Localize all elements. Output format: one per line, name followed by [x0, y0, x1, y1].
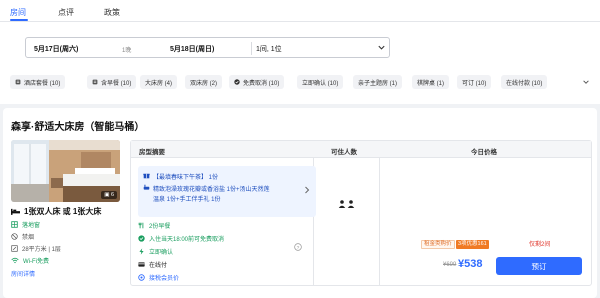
- bed-label: 1张双人床 或 1张大床: [24, 207, 102, 216]
- feature-label: 2份早餐: [149, 224, 171, 230]
- filter-mahjong-table[interactable]: 棋牌桌 (1): [412, 75, 450, 89]
- date-guest-selector[interactable]: 5月17日(周六) 1晚 5月18日(周日) 1间, 1位: [25, 37, 390, 58]
- filter-breakfast[interactable]: 含早餐 (10): [87, 75, 137, 89]
- feature-free-cancel: 入住当天18:00前可免费取消: [138, 234, 224, 243]
- active-tab-underline: [10, 19, 28, 21]
- deal-count-tag[interactable]: 3项优惠161: [456, 240, 489, 249]
- window-info: 落地窗: [11, 220, 40, 229]
- photo-count-badge: ▣ 6: [101, 191, 117, 199]
- window-icon: [11, 221, 18, 228]
- size-label: 28平方米 | 1层: [22, 247, 61, 253]
- filter-label: 免费取消 (10): [243, 80, 280, 87]
- chevron-down-icon[interactable]: [582, 78, 590, 86]
- window-label: 落地窗: [22, 223, 41, 229]
- filter-online-pay[interactable]: 在线付款 (10): [501, 75, 548, 89]
- package-line-3: 温泉 1份+手工伴手礼 1份: [153, 197, 221, 203]
- top-panel: 房间 点评 政策 5月17日(周六) 1晚 5月18日(周日) 1间, 1位 酒…: [0, 0, 600, 104]
- feature-label: 接税会员价: [149, 276, 180, 282]
- filter-label: 立即确认 (10): [302, 80, 339, 87]
- filter-label: 酒店套餐 (10): [24, 80, 61, 87]
- guest-price-tag: 租金类购价: [421, 240, 455, 249]
- filter-label: 大床房 (4): [145, 80, 173, 87]
- room-card: 森享·舒适大床房（智能马桶） ▣ 6 1张双人床 或 1张大床 落地窗 禁烟 2…: [3, 108, 597, 298]
- feature-online-pay: 在线付: [138, 260, 167, 269]
- filter-twin-bed[interactable]: 双床房 (2): [185, 75, 223, 89]
- col-guests-header: 可住人数: [331, 149, 357, 156]
- package-line-1: 【最填春味下午茶】 1份: [153, 175, 219, 181]
- filter-label: 棋牌桌 (1): [417, 80, 445, 87]
- filter-label: 在线付款 (10): [506, 80, 543, 87]
- chevron-right-icon[interactable]: [304, 186, 310, 194]
- filter-family-theme[interactable]: 亲子主题房 (1): [353, 75, 403, 89]
- check-circle-icon: [234, 79, 240, 85]
- svg-text:?: ?: [297, 245, 300, 251]
- bed-info: 1张双人床 或 1张大床: [11, 206, 101, 217]
- bolt-icon: [139, 248, 144, 255]
- checkout-date[interactable]: 5月18日(周日): [170, 44, 214, 54]
- tab-bar: 房间 点评 政策: [0, 0, 600, 22]
- room-title: 森享·舒适大床房（智能马桶）: [11, 122, 145, 133]
- room-details-link[interactable]: 房间详情: [11, 269, 35, 278]
- rate-table-header: 房型摘要 可住人数 今日价格: [131, 141, 591, 158]
- utensils-icon: [92, 79, 98, 85]
- area-icon: [11, 245, 18, 252]
- filter-label: 双床房 (2): [190, 80, 218, 87]
- column-divider: [379, 158, 380, 286]
- filter-hotel-package[interactable]: 酒店套餐 (10): [10, 75, 66, 89]
- utensils-icon: [138, 222, 144, 229]
- feature-breakfast: 2份早餐: [138, 221, 170, 230]
- feature-label: 立即确认: [149, 250, 174, 256]
- filter-available[interactable]: 可订 (10): [457, 75, 492, 89]
- wifi-label: Wi-Fi免费: [23, 259, 49, 265]
- filter-instant-confirm[interactable]: 立即确认 (10): [297, 75, 344, 89]
- feature-instant-confirm: 立即确认: [138, 247, 173, 256]
- wifi-info: Wi-Fi免费: [11, 256, 49, 265]
- package-line-2: 精致泡澡玫瑰花瓣或香浴盐 1份+汤山天然莲: [153, 187, 270, 193]
- bath-icon: [143, 184, 150, 190]
- nights-count: 1晚: [122, 48, 132, 54]
- tab-policy[interactable]: 政策: [104, 7, 120, 18]
- info-icon[interactable]: ?: [294, 243, 302, 251]
- tab-reviews[interactable]: 点评: [58, 7, 74, 18]
- filter-king-bed[interactable]: 大床房 (4): [140, 75, 178, 89]
- checkin-date[interactable]: 5月17日(周六): [34, 44, 78, 54]
- filter-label: 含早餐 (10): [101, 80, 132, 87]
- feature-label: 在线付: [149, 263, 168, 269]
- feature-label: 入住当天18:00前可免费取消: [149, 237, 225, 243]
- room-photo[interactable]: ▣ 6: [11, 140, 120, 202]
- bed-icon: [11, 208, 20, 215]
- col-price-header: 今日价格: [471, 149, 497, 156]
- filter-label: 亲子主题房 (1): [358, 80, 398, 87]
- filter-label: 可订 (10): [462, 80, 487, 87]
- utensils-icon: [15, 79, 21, 85]
- card-icon: [138, 262, 145, 267]
- current-price: ¥538: [458, 258, 483, 270]
- rooms-guests-field[interactable]: 1间, 1位: [256, 44, 282, 54]
- divider: [251, 42, 252, 55]
- feature-member-price: 接税会员价: [138, 273, 179, 282]
- no-smoking-icon: [11, 233, 18, 240]
- limited-rooms-label: 仅剩2间: [529, 242, 551, 248]
- book-button[interactable]: 预订: [496, 257, 582, 275]
- two-guests-icon: [338, 200, 355, 208]
- package-box[interactable]: 【最填春味下午茶】 1份 精致泡澡玫瑰花瓣或香浴盐 1份+汤山天然莲 温泉 1份…: [138, 166, 316, 217]
- gift-icon: [143, 173, 150, 179]
- col-summary-header: 房型摘要: [139, 149, 165, 156]
- member-icon: [138, 274, 145, 281]
- tab-rooms[interactable]: 房间: [10, 7, 26, 18]
- size-info: 28平方米 | 1层: [11, 244, 61, 253]
- chevron-down-icon[interactable]: [377, 43, 386, 52]
- smoking-info: 禁烟: [11, 232, 34, 241]
- photo-count-value: 6: [110, 192, 114, 198]
- smoking-label: 禁烟: [22, 235, 35, 241]
- filter-free-cancel[interactable]: 免费取消 (10): [229, 75, 285, 89]
- check-circle-icon: [138, 235, 145, 242]
- wifi-icon: [11, 257, 19, 264]
- original-price: ¥699: [443, 262, 457, 268]
